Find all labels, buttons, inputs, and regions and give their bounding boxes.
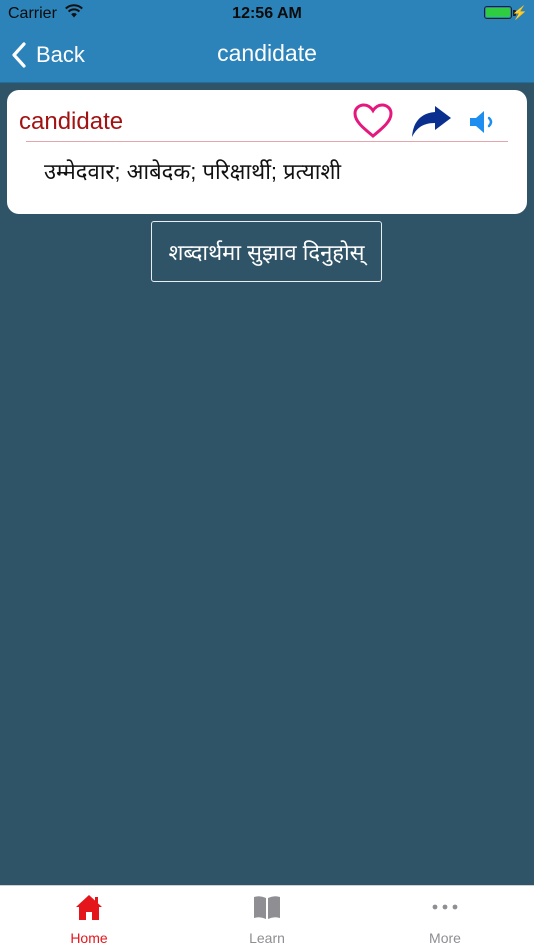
home-icon (76, 895, 102, 920)
tab-home[interactable]: Home (29, 886, 149, 950)
nav-bar: Back candidate (0, 28, 534, 82)
tab-more-label: More (429, 930, 461, 946)
speaker-icon[interactable] (467, 108, 499, 136)
page-title: candidate (217, 40, 317, 66)
tab-more[interactable]: More (385, 886, 505, 950)
clock: 12:56 AM (232, 5, 302, 22)
book-icon (254, 896, 280, 919)
charging-icon: ⚡ (511, 5, 528, 20)
headword: candidate (19, 108, 124, 135)
word-card: candidate उम्मेदवार; आबेदक; परिक्षार्थी;… (7, 90, 527, 214)
battery-fill (486, 8, 510, 17)
divider (26, 141, 508, 142)
heart-icon[interactable] (352, 102, 394, 140)
tab-learn[interactable]: Learn (207, 886, 327, 950)
tab-learn-label: Learn (249, 930, 285, 946)
status-bar: Carrier 12:56 AM ⚡ (0, 0, 534, 28)
more-icon (432, 904, 458, 910)
top-bar: Carrier 12:56 AM ⚡ Back candidate (0, 0, 534, 83)
battery-icon (484, 6, 512, 19)
share-icon[interactable] (409, 104, 453, 140)
word-meaning: उम्मेदवार; आबेदक; परिक्षार्थी; प्रत्याशी (44, 159, 342, 184)
suggest-meaning-button[interactable]: शब्दार्थमा सुझाव दिनुहोस् (151, 221, 382, 282)
tab-home-label: Home (70, 930, 108, 946)
tab-bar: Home Learn More (0, 885, 534, 950)
